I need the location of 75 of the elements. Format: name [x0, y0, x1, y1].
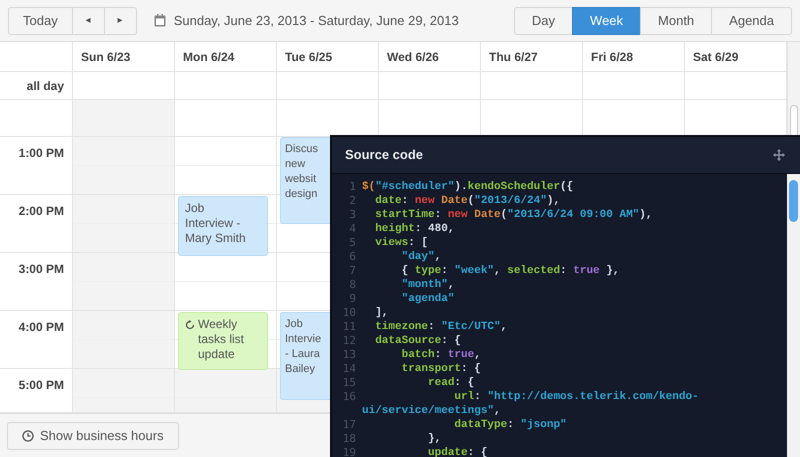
time-label: 4:00 PM [18, 319, 64, 336]
code-line: date: new Date("2013/6/24"), [374, 194, 562, 208]
line-number: 18 [342, 432, 357, 446]
line-number: 14 [342, 362, 357, 376]
code-line: ], [374, 306, 390, 320]
line-number: 10 [342, 306, 357, 320]
line-number: 5 [348, 236, 357, 250]
day-header: Sun 6/23 [81, 48, 130, 66]
line-number: 11 [342, 320, 357, 334]
event-title: Job Intervie - Laura Bailey [285, 317, 322, 377]
line-number: 19 [342, 446, 357, 457]
view-tab[interactable]: Month [640, 6, 712, 34]
move-icon[interactable] [773, 149, 785, 161]
code-line: dataType: "jsonp" [453, 418, 568, 432]
code-line: transport: { [400, 362, 482, 376]
event-title: Job Interview - Mary Smith [185, 201, 247, 246]
time-label: 3:00 PM [18, 261, 64, 278]
previous-button[interactable]: ◂ [72, 6, 105, 34]
code-line: "agenda" [400, 292, 456, 306]
code-line: read: { [427, 376, 476, 390]
day-header: Wed 6/26 [387, 48, 439, 66]
event-title: Discus new websit design [285, 142, 320, 202]
line-number: 2 [348, 194, 357, 208]
line-number: 12 [342, 334, 357, 348]
line-number: 3 [348, 208, 357, 222]
calendar-icon [154, 14, 166, 27]
code-line: startTime: new Date("2013/6/24 09:00 AM"), [374, 208, 654, 222]
clock-icon [22, 430, 34, 442]
code-line: timezone: "Etc/UTC", [374, 320, 508, 334]
view-tab[interactable]: Week [572, 6, 642, 34]
code-line: dataSource: { [374, 334, 462, 348]
line-number: 8 [348, 278, 357, 292]
line-number: 9 [348, 292, 357, 306]
day-header: Tue 6/25 [285, 48, 332, 66]
code-line: { type: "week", selected: true }, [400, 264, 620, 278]
time-label: 5:00 PM [18, 377, 64, 394]
event-card[interactable]: Job Intervie - Laura Bailey [280, 312, 330, 400]
panel-title: Source code [345, 146, 424, 164]
scrollbar[interactable] [787, 42, 800, 135]
event-card[interactable]: Discus new websit design [280, 137, 330, 224]
scrollbar[interactable] [787, 174, 800, 457]
next-button[interactable]: ▸ [104, 6, 137, 34]
day-header: Sat 6/29 [693, 48, 738, 66]
line-number: 17 [342, 418, 357, 432]
line-number: 7 [348, 264, 357, 278]
date-range[interactable]: Sunday, June 23, 2013 - Saturday, June 29, 2013 [174, 10, 459, 30]
code-line: height: 480, [374, 222, 456, 236]
recurring-icon [185, 320, 195, 330]
code-line: $("#scheduler").kendoScheduler({ [362, 180, 574, 194]
code-line: batch: true, [400, 348, 482, 362]
line-number: 6 [348, 250, 357, 264]
line-number: 4 [348, 222, 357, 236]
all-day-label: all day [26, 78, 64, 94]
line-number: 15 [342, 376, 357, 390]
code-line: "day", [400, 250, 442, 264]
view-tab[interactable]: Agenda [711, 6, 792, 34]
day-header: Thu 6/27 [489, 48, 538, 66]
code-line: }, [427, 432, 442, 446]
day-header: Mon 6/24 [183, 48, 234, 66]
code-line: url: "http://demos.telerik.com/kendo-ui/service/meetings", [362, 390, 700, 418]
line-number: 13 [342, 348, 357, 362]
event-title: Weekly tasks list update [198, 317, 246, 362]
code-line: views: [ [374, 236, 430, 250]
line-number: 16 [342, 390, 357, 405]
today-button[interactable]: Today [8, 6, 73, 34]
day-header: Fri 6/28 [591, 48, 634, 66]
view-tab[interactable]: Day [514, 6, 574, 34]
code-line: "month", [400, 278, 456, 292]
time-label: 1:00 PM [18, 145, 64, 162]
time-label: 2:00 PM [18, 203, 64, 220]
show-business-hours-button[interactable]: Show business hours [7, 422, 179, 450]
event-card[interactable]: Weekly tasks list update [178, 312, 268, 370]
code-line: update: { [427, 446, 488, 457]
event-card[interactable]: Job Interview - Mary Smith [178, 196, 268, 256]
line-number: 1 [348, 180, 357, 194]
